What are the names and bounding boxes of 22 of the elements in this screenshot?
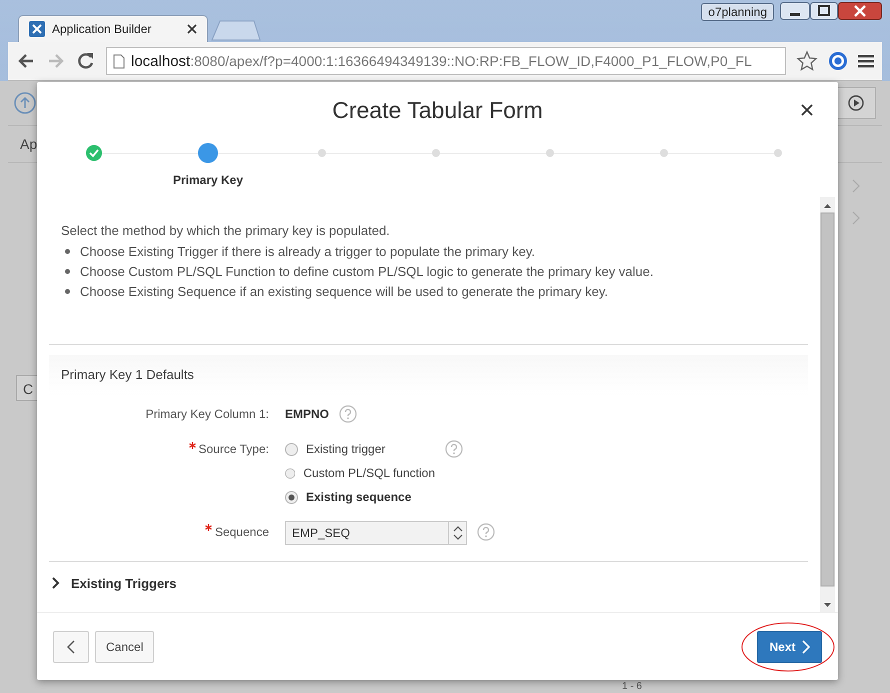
radio-label[interactable]: Existing trigger	[306, 442, 386, 456]
dialog-title: Create Tabular Form	[332, 96, 543, 124]
browser-tab[interactable]: Application Builder	[18, 15, 208, 42]
address-field[interactable]: localhost:8080/apex/f?p=4000:1:16366494349139::NO:RP:FB_FLOW_ID,F4000_P1_FLOW,P0_FL	[106, 47, 786, 75]
field-value: EMPNO	[285, 406, 330, 423]
step-label: Primary Key	[172, 173, 244, 187]
bullet-text: Choose Existing Sequence if an existing sequence will be used to generate the primary key.	[80, 284, 608, 298]
page-button[interactable]: C	[16, 375, 38, 401]
cancel-button[interactable]: Cancel	[95, 630, 154, 662]
instruction-text: Select the method by which the primary key is populated.	[61, 222, 391, 240]
field-label: Primary Key Column 1:	[146, 406, 269, 423]
profile-label[interactable]: o7planning	[701, 3, 774, 21]
pagination-text: 1 - 6	[622, 681, 642, 693]
field-label: Source Type:	[198, 441, 269, 458]
field-label: Sequence	[214, 524, 269, 541]
bullet-text: Choose Custom PL/SQL Function to define custom PL/SQL logic to generate the primary key value.	[80, 264, 654, 278]
sequence-select[interactable]: EMP_SEQ	[285, 521, 467, 545]
existing-triggers-toggle[interactable]: Existing Triggers	[49, 562, 808, 604]
radio-label[interactable]: Custom PL/SQL function	[303, 466, 435, 480]
radio-label[interactable]: Existing sequence	[306, 490, 412, 504]
bullet-text: Choose Existing Trigger if there is already a trigger to populate the primary key.	[80, 244, 535, 258]
next-button[interactable]: Next	[757, 630, 822, 662]
